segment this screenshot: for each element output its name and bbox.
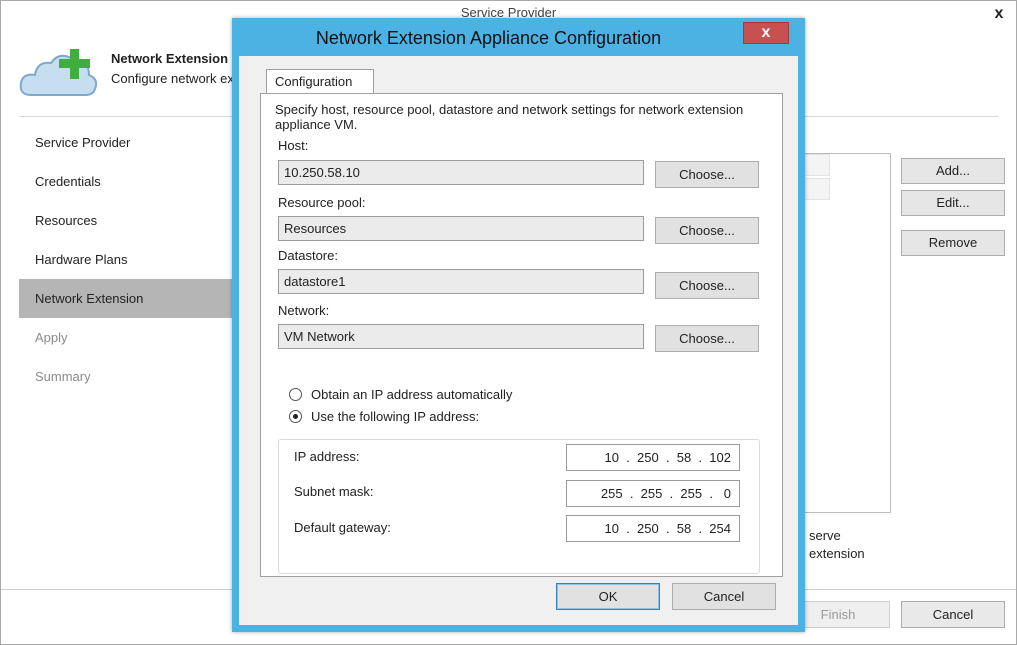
radio-auto-label: Obtain an IP address automatically — [311, 387, 513, 402]
wizard-cancel-button[interactable]: Cancel — [901, 601, 1005, 628]
step-network-extension[interactable]: Network Extension — [19, 279, 233, 318]
edit-button[interactable]: Edit... — [901, 190, 1005, 216]
radio-obtain-automatically[interactable]: Obtain an IP address automatically — [289, 386, 512, 404]
radio-unchecked-icon[interactable] — [289, 388, 302, 401]
subnet-mask-input[interactable]: 255 . 255 . 255 . 0 — [566, 480, 740, 507]
wizard-close-button[interactable]: x — [986, 5, 1012, 25]
cloud-plus-icon — [19, 49, 98, 96]
dialog-title: Network Extension Appliance Configuratio… — [315, 28, 662, 48]
subnet-mask-label: Subnet mask: — [294, 484, 374, 499]
choose-network-button[interactable]: Choose... — [655, 325, 759, 352]
dialog-titlebar: Network Extension Appliance Configuratio… — [232, 18, 805, 56]
tab-configuration[interactable]: Configuration — [266, 69, 374, 94]
step-summary: Summary — [35, 369, 91, 384]
dialog-close-button[interactable]: x — [743, 22, 789, 44]
appliance-config-dialog: Network Extension Appliance Configuratio… — [232, 18, 805, 632]
ip-address-input[interactable]: 10 . 250 . 58 . 102 — [566, 444, 740, 471]
step-credentials[interactable]: Credentials — [19, 162, 233, 201]
ok-button[interactable]: OK — [556, 583, 660, 610]
step-service-provider[interactable]: Service Provider — [19, 123, 233, 162]
radio-checked-icon[interactable] — [289, 410, 302, 423]
configuration-panel: Specify host, resource pool, datastore a… — [260, 93, 783, 577]
note-line: extension — [809, 546, 865, 561]
list-row[interactable] — [802, 154, 830, 176]
radio-use-following[interactable]: Use the following IP address: — [289, 408, 488, 426]
ip-address-label: IP address: — [294, 449, 360, 464]
step-apply: Apply — [35, 330, 68, 345]
dialog-cancel-button[interactable]: Cancel — [672, 583, 776, 610]
network-label: Network: — [278, 303, 330, 318]
choose-datastore-button[interactable]: Choose... — [655, 272, 759, 299]
step-hardware-plans[interactable]: Hardware Plans — [19, 240, 233, 279]
partial-note-text: serve extension — [809, 527, 865, 563]
list-row[interactable] — [802, 178, 830, 200]
radio-manual-label: Use the following IP address: — [311, 409, 480, 424]
datastore-label: Datastore: — [278, 248, 338, 263]
default-gateway-input[interactable]: 10 . 250 . 58 . 254 — [566, 515, 740, 542]
note-line: serve — [809, 528, 841, 543]
network-field[interactable]: VM Network — [278, 324, 644, 349]
remove-button[interactable]: Remove — [901, 230, 1005, 256]
choose-resource-pool-button[interactable]: Choose... — [655, 217, 759, 244]
default-gateway-label: Default gateway: — [294, 520, 391, 535]
wizard-header-title: Network Extension — [111, 51, 229, 66]
host-field[interactable]: 10.250.58.10 — [278, 160, 644, 185]
add-button[interactable]: Add... — [901, 158, 1005, 184]
description-text: Specify host, resource pool, datastore a… — [275, 102, 744, 132]
step-resources[interactable]: Resources — [19, 201, 233, 240]
choose-host-button[interactable]: Choose... — [655, 161, 759, 188]
resource-pool-label: Resource pool: — [278, 195, 366, 210]
resource-pool-field[interactable]: Resources — [278, 216, 644, 241]
datastore-field[interactable]: datastore1 — [278, 269, 644, 294]
network-extension-list[interactable] — [801, 153, 891, 513]
wizard-steps-sidebar: Service Provider Credentials Resources H… — [19, 123, 233, 396]
host-label: Host: — [278, 138, 309, 153]
